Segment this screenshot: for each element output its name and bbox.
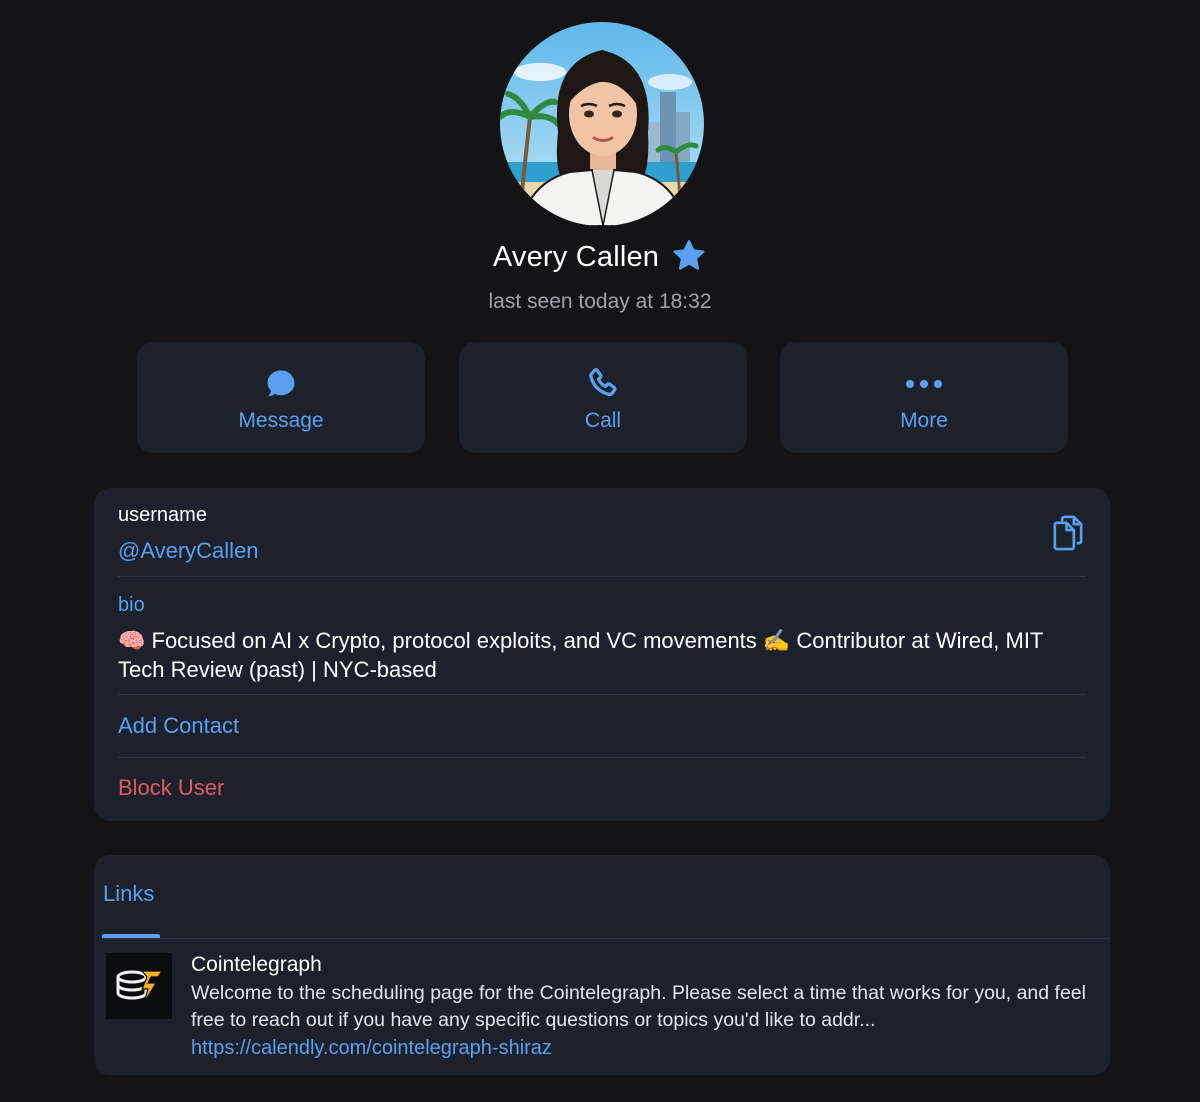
divider [102, 938, 1110, 939]
link-item[interactable]: Cointelegraph Welcome to the scheduling … [106, 953, 1102, 1065]
profile-screen: Avery Callen last seen today at 18:32 Me… [0, 0, 1200, 1102]
divider [118, 757, 1086, 758]
username-label: username [118, 504, 207, 526]
cointelegraph-logo-icon [106, 953, 172, 1019]
chat-bubble-icon [264, 366, 298, 402]
call-button-label: Call [584, 409, 622, 432]
more-button[interactable]: More [780, 342, 1068, 453]
link-title: Cointelegraph [191, 953, 322, 976]
last-seen-status: last seen today at 18:32 [488, 290, 712, 313]
copy-icon[interactable] [1050, 514, 1086, 552]
profile-avatar[interactable] [500, 22, 704, 226]
info-card: username @AveryCallen bio 🧠 Focused on A… [94, 488, 1110, 821]
divider [118, 694, 1086, 695]
star-badge-icon[interactable] [671, 238, 707, 274]
username-value[interactable]: @AveryCallen [118, 538, 259, 564]
links-card: Links Cointelegraph Welcome to the sched… [94, 855, 1110, 1075]
more-dots-icon [904, 366, 944, 402]
link-url[interactable]: https://calendly.com/cointelegraph-shira… [191, 1037, 552, 1060]
add-contact-button[interactable]: Add Contact [118, 713, 239, 739]
tab-links[interactable]: Links [103, 881, 154, 907]
message-button-label: Message [238, 409, 324, 432]
bio-label: bio [118, 594, 145, 616]
profile-name: Avery Callen [492, 240, 660, 273]
profile-name-row: Avery Callen [0, 240, 1200, 274]
more-button-label: More [900, 409, 948, 432]
link-description: Welcome to the scheduling page for the C… [191, 982, 1086, 1031]
block-user-button[interactable]: Block User [118, 775, 224, 801]
phone-icon [585, 366, 621, 402]
divider [118, 576, 1086, 577]
message-button[interactable]: Message [137, 342, 425, 453]
call-button[interactable]: Call [459, 342, 747, 453]
bio-text: 🧠 Focused on AI x Crypto, protocol explo… [118, 628, 1043, 682]
